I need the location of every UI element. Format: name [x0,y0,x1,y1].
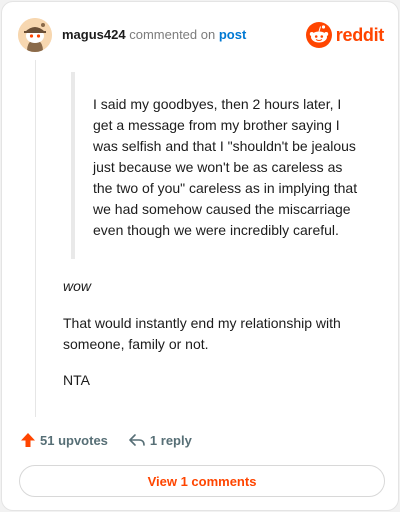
upvote-arrow-icon [21,433,35,447]
upvote-count: 51 upvotes [40,432,108,448]
reply-arrow-icon [129,434,145,446]
snoo-avatar-icon[interactable] [18,18,52,52]
reply-count: 1 reply [149,432,192,448]
comment-header: magus424 commented on post reddit [18,18,384,52]
reddit-wordmark: reddit [335,24,385,45]
reply-button[interactable]: 1 reply [128,432,192,448]
comment-card: magus424 commented on post reddit I said… [1,1,399,511]
reddit-logo-icon [305,22,332,48]
comment-paragraph: NTA [63,372,90,388]
quote-text: I said my goodbyes, then 2 hours later, … [93,96,358,238]
quote-block: I said my goodbyes, then 2 hours later, … [71,72,371,259]
comment-paragraph: wow [63,278,92,294]
upvote-button[interactable]: 51 upvotes [20,432,108,448]
thread-line [35,60,36,417]
post-link[interactable]: post [219,27,246,42]
action-text: commented on [129,27,216,42]
reddit-logo[interactable]: reddit [305,20,385,50]
username-link[interactable]: magus424 [62,27,126,42]
view-comments-button[interactable]: View 1 comments [19,465,385,497]
comment-actions: 51 upvotes 1 reply [20,429,192,451]
comment-meta: magus424 commented on post [62,27,246,42]
comment-paragraph: That would instantly end my relationship… [63,315,341,352]
